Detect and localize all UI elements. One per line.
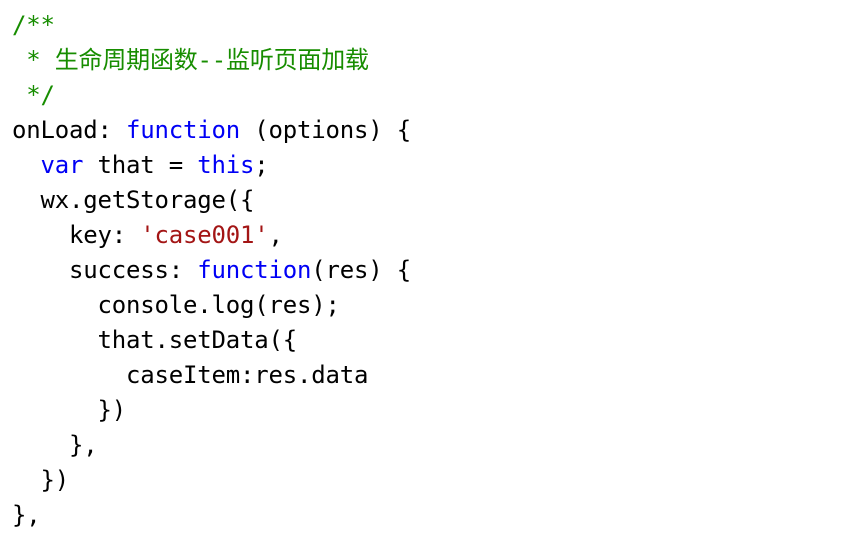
code-token-plain: key: — [69, 221, 140, 249]
code-token-guide — [12, 326, 98, 354]
code-token-plain: that.setData({ — [98, 326, 298, 354]
code-token-guide — [12, 46, 26, 74]
code-token-plain: that = — [83, 151, 197, 179]
code-token-plain: wx.getStorage({ — [41, 186, 255, 214]
code-token-keyword: var — [41, 151, 84, 179]
code-token-plain: }) — [98, 396, 127, 424]
code-token-plain: }, — [12, 501, 41, 529]
code-token-plain: console.log(res); — [98, 291, 340, 319]
code-snippet: /** * 生命周期函数--监听页面加载 */ onLoad: function… — [0, 0, 844, 544]
code-token-comment: */ — [26, 81, 55, 109]
code-token-guide — [12, 256, 69, 284]
code-token-guide — [12, 221, 69, 249]
code-token-plain: }, — [69, 431, 98, 459]
code-token-guide — [12, 431, 69, 459]
code-token-plain: (res) { — [311, 256, 411, 284]
code-token-plain: onLoad: — [12, 116, 126, 144]
code-token-keyword: function — [197, 256, 311, 284]
code-token-plain: success: — [69, 256, 197, 284]
code-token-guide — [12, 81, 26, 109]
code-token-guide — [12, 396, 98, 424]
code-token-keyword: function — [126, 116, 240, 144]
code-token-comment: /** — [12, 11, 55, 39]
code-token-guide — [12, 291, 98, 319]
code-token-keyword: this — [197, 151, 254, 179]
code-token-plain: , — [269, 221, 283, 249]
code-token-guide — [12, 186, 41, 214]
code-token-plain: }) — [41, 466, 70, 494]
code-token-plain: caseItem:res.data — [126, 361, 368, 389]
code-token-guide — [12, 466, 41, 494]
code-token-comment: * 生命周期函数--监听页面加载 — [26, 46, 369, 74]
code-token-string: 'case001' — [140, 221, 268, 249]
code-token-plain: (options) { — [240, 116, 411, 144]
code-token-guide — [12, 361, 126, 389]
code-token-plain: ; — [254, 151, 268, 179]
code-token-guide — [12, 151, 41, 179]
